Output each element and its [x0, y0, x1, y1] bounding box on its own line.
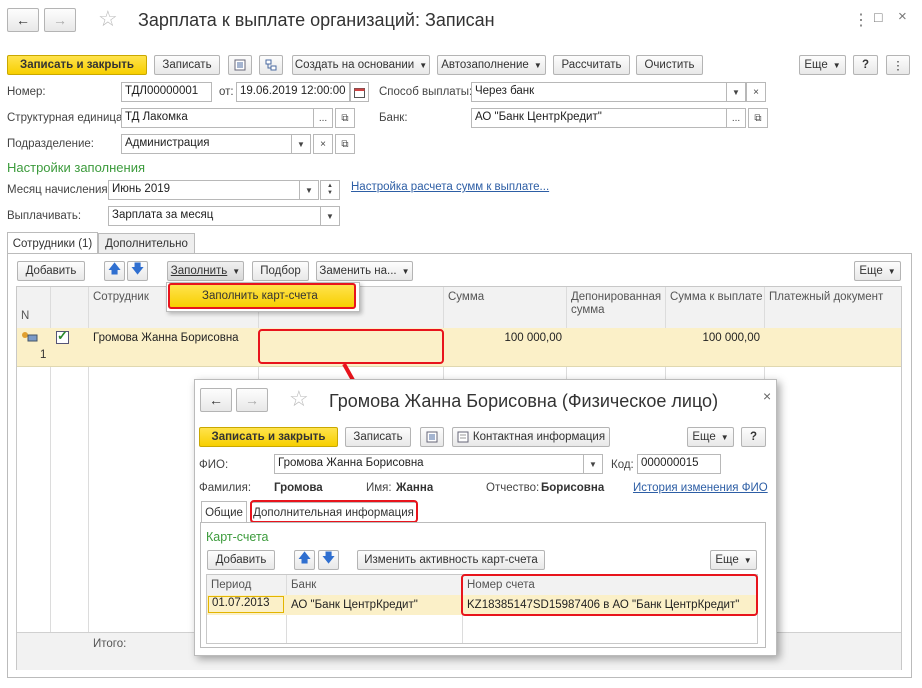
forward-arrow-icon: →	[245, 392, 259, 408]
popup-more-button[interactable]: Еще ▼	[687, 427, 734, 447]
change-activity-button[interactable]: Изменить активность карт-счета	[357, 550, 545, 570]
contact-info-button[interactable]: Контактная информация	[452, 427, 610, 447]
popup-tab-general[interactable]: Общие	[201, 501, 247, 523]
popup-close-icon[interactable]: ×	[763, 388, 771, 404]
popup-title: Громова Жанна Борисовна (Физическое лицо…	[329, 391, 719, 411]
fio-history-link[interactable]: История изменения ФИО	[633, 482, 768, 494]
dropdown-arrow-icon: ▼	[720, 432, 729, 442]
code-label: Код:	[611, 459, 634, 471]
popup-favorite-star-icon[interactable]: ☆	[289, 386, 309, 412]
row-period[interactable]: 01.07.2013	[208, 596, 284, 613]
fio-field[interactable]: Громова Жанна Борисовна	[274, 454, 584, 474]
fio-dropdown[interactable]: ▼	[583, 454, 603, 474]
more-label: Еще	[715, 554, 739, 566]
patronymic-label: Отчество:	[486, 482, 540, 494]
popup-move-down-button[interactable]: 🡇	[318, 550, 339, 570]
dropdown-arrow-icon: ▼	[743, 555, 752, 565]
arrow-up-icon: 🡅	[297, 550, 312, 565]
patronymic-value: Борисовна	[541, 482, 605, 494]
popup-list-button[interactable]	[420, 427, 444, 447]
popup-help-button[interactable]: ?	[741, 427, 766, 447]
popup-add-button[interactable]: Добавить	[207, 550, 275, 570]
fio-label: ФИО:	[199, 459, 229, 471]
contact-info-label: Контактная информация	[472, 431, 606, 443]
popup-save-and-close-button[interactable]: Записать и закрыть	[199, 427, 338, 447]
name-label: Имя:	[366, 482, 392, 494]
contact-card-icon	[457, 431, 469, 443]
more-label: Еще	[692, 431, 716, 443]
name-value: Жанна	[396, 482, 434, 494]
popup-table-more-button[interactable]: Еще ▼	[710, 550, 757, 570]
popup-move-up-button[interactable]: 🡅	[294, 550, 315, 570]
highlight-additional-info-tab	[250, 500, 418, 523]
document-list-icon	[426, 431, 438, 443]
arrow-down-icon: 🡇	[321, 550, 336, 565]
popup-save-button[interactable]: Записать	[345, 427, 411, 447]
code-field[interactable]: 000000015	[637, 454, 721, 474]
chevron-down-icon: ▼	[589, 459, 597, 469]
surname-value: Громова	[274, 482, 323, 494]
popup-back-button[interactable]: ←	[200, 388, 232, 412]
col-header-bank[interactable]: Банк	[291, 579, 316, 591]
surname-label: Фамилия:	[199, 482, 252, 494]
card-accounts-header: Карт-счета	[206, 530, 269, 544]
popup-forward-button[interactable]: →	[236, 388, 268, 412]
col-header-period[interactable]: Период	[211, 579, 251, 591]
highlight-account-column	[461, 574, 758, 616]
back-arrow-icon: ←	[209, 392, 223, 408]
row-bank[interactable]: АО "Банк ЦентрКредит"	[291, 599, 418, 611]
